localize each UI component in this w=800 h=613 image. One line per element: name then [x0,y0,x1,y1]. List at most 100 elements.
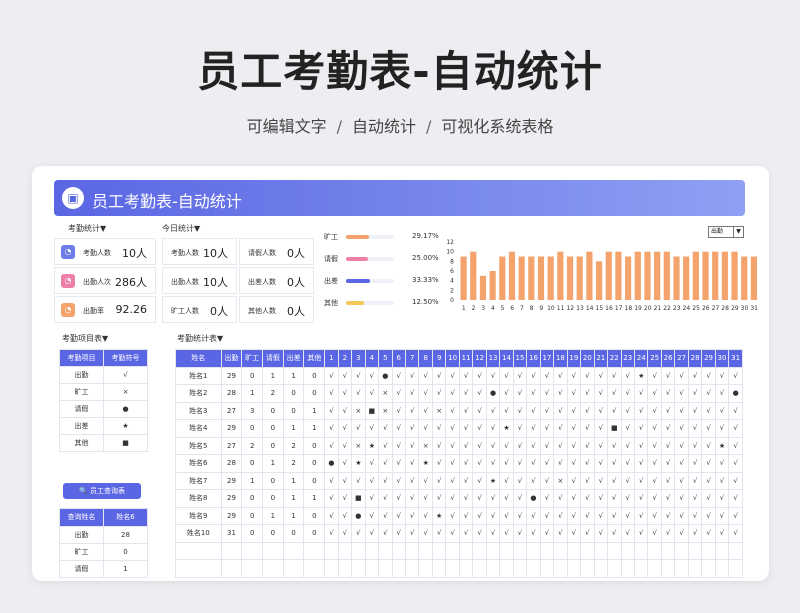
table-cell[interactable]: √ [714,489,730,508]
table-cell[interactable] [633,541,649,560]
table-cell[interactable]: 27 [220,401,243,420]
table-cell[interactable]: √ [499,436,514,455]
table-cell[interactable]: 3 [241,401,264,420]
table-cell[interactable]: √ [445,471,460,490]
table-cell[interactable] [620,559,635,578]
table-cell[interactable]: √ [580,436,595,455]
table-cell[interactable]: √ [660,436,676,455]
table-cell[interactable]: √ [458,454,474,473]
table-cell[interactable]: √ [512,454,528,473]
table-cell[interactable] [539,541,555,560]
table-cell[interactable]: √ [472,471,487,490]
table-cell[interactable]: √ [647,471,662,490]
table-cell[interactable]: 0 [303,471,326,490]
table-cell[interactable]: √ [539,384,555,403]
table-cell[interactable]: √ [728,506,743,525]
table-cell[interactable]: ★ [364,436,380,455]
table-cell[interactable]: √ [620,366,635,385]
table-cell[interactable]: √ [485,506,501,525]
table-cell[interactable]: √ [512,419,528,438]
table-cell[interactable]: √ [404,419,420,438]
table-cell[interactable]: √ [485,366,501,385]
table-cell[interactable]: √ [364,471,380,490]
table-cell[interactable]: √ [485,419,501,438]
table-cell[interactable]: √ [687,366,703,385]
table-cell[interactable]: ★ [485,471,501,490]
table-cell[interactable]: √ [566,419,582,438]
table-cell[interactable]: √ [633,454,649,473]
table-cell[interactable] [418,559,433,578]
table-cell[interactable]: × [378,384,393,403]
table-cell[interactable]: 0 [282,524,305,543]
table-cell[interactable]: √ [418,489,433,508]
table-cell[interactable] [512,541,528,560]
table-cell[interactable]: √ [607,506,622,525]
table-cell[interactable]: √ [526,436,541,455]
table-cell[interactable] [647,559,662,578]
table-cell[interactable]: √ [431,366,447,385]
table-cell[interactable]: √ [687,436,703,455]
table-cell[interactable]: √ [526,506,541,525]
table-cell[interactable]: √ [701,524,716,543]
table-cell[interactable]: √ [351,524,366,543]
table-cell[interactable]: √ [324,436,339,455]
table-cell[interactable]: √ [458,419,474,438]
table-cell[interactable] [526,541,541,560]
table-cell[interactable] [633,559,649,578]
table-cell[interactable]: √ [458,524,474,543]
table-cell[interactable]: √ [620,454,635,473]
table-cell[interactable]: √ [714,524,730,543]
table-cell[interactable]: √ [539,506,555,525]
table-cell[interactable]: √ [553,436,568,455]
table-cell[interactable]: √ [647,506,662,525]
table-cell[interactable]: √ [728,366,743,385]
table-cell[interactable]: √ [607,454,622,473]
table-cell[interactable]: × [418,436,433,455]
table-cell[interactable]: √ [728,401,743,420]
table-cell[interactable]: √ [324,366,339,385]
table-cell[interactable]: √ [580,384,595,403]
table-cell[interactable]: 29 [220,489,243,508]
table-cell[interactable]: 1 [303,401,326,420]
table-cell[interactable]: √ [647,454,662,473]
table-cell[interactable] [485,541,501,560]
table-cell[interactable]: √ [593,401,609,420]
table-cell[interactable]: √ [526,401,541,420]
table-cell[interactable]: √ [566,366,582,385]
table-cell[interactable]: 0 [303,384,326,403]
table-cell[interactable] [404,541,420,560]
table-cell[interactable] [499,541,514,560]
table-cell[interactable]: 0 [262,419,284,438]
table-cell[interactable]: ● [378,366,393,385]
table-cell[interactable]: √ [566,524,582,543]
table-cell[interactable]: √ [593,384,609,403]
table-cell[interactable]: √ [337,419,353,438]
table-cell[interactable] [404,559,420,578]
table-cell[interactable]: √ [687,384,703,403]
table-cell[interactable]: ★ [418,454,433,473]
legend-cell[interactable]: ● [103,400,148,418]
table-cell[interactable]: √ [593,419,609,438]
table-cell[interactable]: √ [566,436,582,455]
table-cell[interactable]: 姓名6 [175,454,222,473]
table-cell[interactable]: √ [324,419,339,438]
query-cell[interactable]: 1 [103,559,148,578]
table-cell[interactable]: √ [607,401,622,420]
table-cell[interactable]: ■ [607,419,622,438]
table-cell[interactable]: √ [337,489,353,508]
table-cell[interactable]: 0 [282,401,305,420]
table-cell[interactable]: √ [701,471,716,490]
table-cell[interactable]: √ [445,419,460,438]
table-cell[interactable]: √ [485,436,501,455]
table-cell[interactable]: √ [580,524,595,543]
table-cell[interactable]: √ [701,489,716,508]
table-cell[interactable] [175,541,222,560]
table-cell[interactable] [324,559,339,578]
legend-cell[interactable]: × [103,383,148,401]
table-cell[interactable] [241,541,264,560]
table-cell[interactable]: √ [499,401,514,420]
table-cell[interactable]: √ [337,384,353,403]
table-cell[interactable]: 姓名4 [175,419,222,438]
table-cell[interactable]: √ [701,401,716,420]
table-cell[interactable]: 0 [262,401,284,420]
